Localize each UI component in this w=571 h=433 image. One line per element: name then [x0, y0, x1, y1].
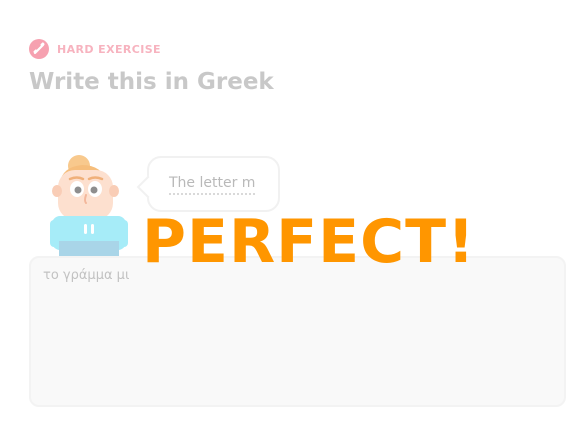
- hard-exercise-label: HARD EXERCISE: [57, 42, 161, 56]
- prompt-speech-bubble: The letter m: [136, 156, 280, 212]
- prompt-text[interactable]: The letter m: [169, 175, 256, 195]
- speech-bubble-tail: [136, 175, 160, 199]
- answer-text: το γράμμα μι: [43, 268, 130, 283]
- hard-exercise-badge: HARD EXERCISE: [29, 39, 274, 59]
- exercise-header: HARD EXERCISE Write this in Greek: [29, 39, 274, 95]
- perfect-feedback-label: PERFECT!: [142, 207, 476, 277]
- answer-textarea[interactable]: το γράμμα μι: [29, 256, 566, 407]
- hard-exercise-icon: [29, 39, 49, 59]
- page-title: Write this in Greek: [29, 69, 274, 95]
- exercise-screen: HARD EXERCISE Write this in Greek The le…: [0, 0, 571, 433]
- character-avatar-icon: [48, 153, 130, 257]
